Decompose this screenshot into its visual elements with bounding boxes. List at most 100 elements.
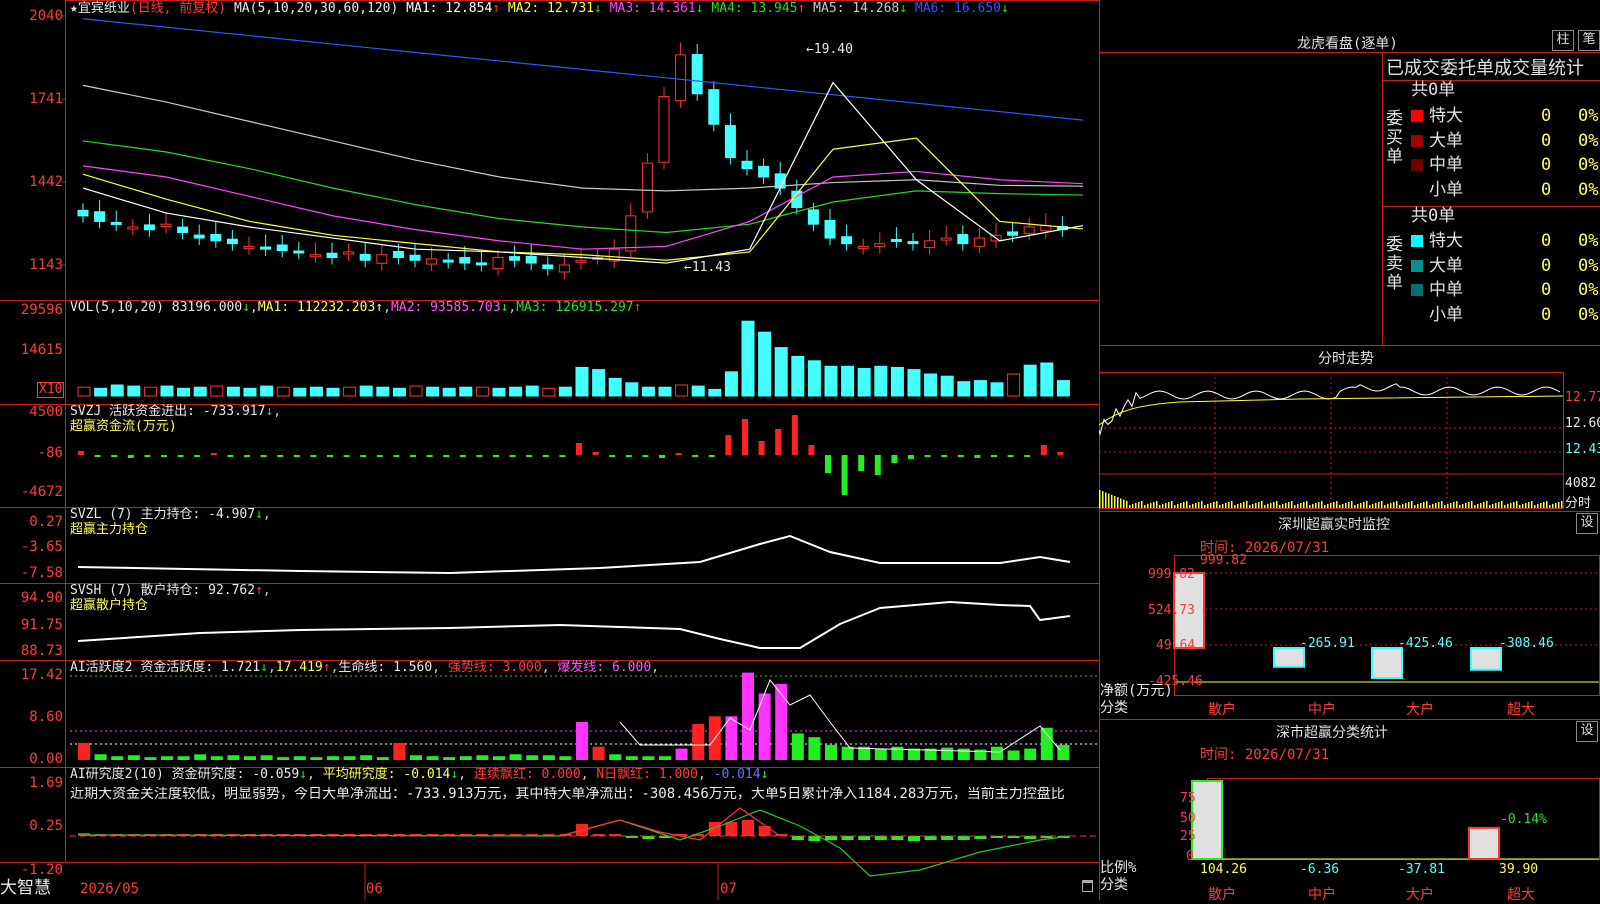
- ai-active-bars: [70, 672, 1098, 760]
- volume-bar: [160, 385, 174, 397]
- ai-active-e-name: 爆发线: [557, 660, 597, 675]
- ai-active-bar: [609, 754, 622, 760]
- bar-mode-button[interactable]: 柱: [1552, 30, 1574, 51]
- intraday-vol-bar: [1540, 503, 1542, 508]
- ai-active-tick-1: 8.60: [29, 709, 63, 725]
- svsh-name: 散户持仓: [140, 583, 193, 598]
- svzj-bar: [858, 455, 865, 471]
- intraday-vol-bar: [1147, 504, 1149, 508]
- sell-row-2: 中单: [1411, 280, 1463, 300]
- sell-side-label: 委卖单: [1386, 235, 1403, 293]
- intraday-vol-bar: [1156, 501, 1158, 508]
- volume-bar: [857, 368, 871, 397]
- svsh-tick-1: 91.75: [20, 617, 63, 633]
- ai-active-d-value: 3.000: [502, 660, 542, 675]
- svzj-bar: [1007, 455, 1014, 457]
- intraday-price-line: [1099, 383, 1561, 437]
- intraday-vol-bar: [1441, 501, 1443, 508]
- x-tick-0: 2026/05: [80, 881, 140, 897]
- svzj-bar: [1057, 452, 1064, 455]
- volume-bar: [143, 386, 157, 397]
- monitor-settings-button[interactable]: 设: [1576, 513, 1598, 534]
- svzj-bar: [692, 455, 699, 457]
- intraday-vol-bar: [1414, 505, 1416, 508]
- ai-active-bar: [244, 756, 256, 760]
- svzj-label: SVZJ: [70, 404, 102, 419]
- intraday-vol-bar: [1225, 503, 1227, 508]
- intraday-vol-bar: [1546, 501, 1548, 508]
- ai-active-label: AI活跃度2: [70, 660, 133, 675]
- chart-mode[interactable]: (日线, 前复权): [130, 1, 226, 16]
- volume-bar: [558, 386, 572, 397]
- ai-active-bar: [941, 747, 954, 760]
- candle-body: [525, 255, 537, 264]
- ai-active-bar: [542, 755, 555, 760]
- svsh-tick-0: 94.90: [20, 590, 63, 606]
- ai-active-bar: [127, 755, 140, 760]
- svzj-bar: [459, 455, 466, 457]
- ai-active-bar: [293, 756, 306, 760]
- svzj-bar: [791, 415, 798, 455]
- lock-icon[interactable]: [1082, 880, 1093, 892]
- buy-row-2: 中单: [1411, 155, 1463, 175]
- candle-body: [691, 54, 703, 95]
- ai-research-bar: [891, 836, 904, 840]
- svzj-bar: [244, 455, 250, 457]
- volume-bar: [309, 386, 323, 397]
- ai-active-bar: [78, 742, 90, 760]
- vol-unit[interactable]: X10: [37, 382, 65, 398]
- ai-active-bar: [659, 756, 671, 760]
- sell-row-pct: 0%: [1578, 255, 1599, 276]
- classify-settings-button[interactable]: 设: [1576, 721, 1598, 742]
- stock-terminal: ★宜宾纸业(日线, 前复权) MA(5,10,20,30,60,120) MA1…: [0, 0, 1600, 903]
- ai-active-b-value: 17.419: [275, 660, 323, 675]
- svzj-bar: [127, 455, 134, 458]
- chart-canvas[interactable]: [0, 0, 1100, 900]
- ai-active-tick-2: 0.00: [29, 751, 63, 767]
- stock-title[interactable]: ★宜宾纸业: [70, 1, 130, 16]
- tick-mode-button[interactable]: 笔: [1578, 30, 1600, 51]
- x-tick-1: 06: [366, 881, 383, 897]
- candle-body: [343, 251, 355, 255]
- intraday-vol-bar: [1204, 505, 1206, 508]
- svzj-bar: [227, 455, 234, 457]
- intraday-tick-1: 12.60: [1565, 416, 1600, 431]
- candle-body: [160, 223, 172, 227]
- candle-body: [127, 226, 139, 230]
- ai-research-a-value: -0.059: [252, 767, 300, 782]
- intraday-vol-bar: [1234, 505, 1236, 508]
- intraday-tick-2: 12.43: [1565, 442, 1600, 457]
- intraday-vol-bar: [1150, 503, 1152, 508]
- svzj-bar: [177, 455, 184, 457]
- svsh-tick-2: 88.73: [20, 643, 63, 659]
- svzj-bar: [974, 455, 981, 458]
- intraday-vol-bar: [1462, 504, 1464, 508]
- intraday-vol-bar: [1522, 504, 1524, 508]
- ai-active-line: [619, 679, 1061, 753]
- candle-body: [675, 54, 687, 102]
- ai-active-bar: [94, 754, 107, 760]
- svzl-header: SVZL (7) 主力持仓: -4.907↓,: [70, 507, 271, 522]
- candle-body: [293, 250, 305, 254]
- intraday-avg-line: [1099, 395, 1564, 426]
- intraday-vol-bar: [1231, 501, 1233, 508]
- lhb-tabs[interactable]: 已成交委托单成交量统计: [1386, 54, 1584, 80]
- brand-logo[interactable]: 大智慧: [0, 878, 51, 898]
- svsh-value: 92.762: [208, 583, 256, 598]
- intraday-vol-bar: [1528, 502, 1530, 508]
- price-candles[interactable]: [77, 18, 1084, 279]
- ai-active-bar: [957, 748, 970, 760]
- buy-side-label: 委买单: [1386, 109, 1403, 167]
- intraday-vol-bar: [1357, 504, 1359, 508]
- lhb-title: 龙虎看盘(逐单): [1297, 36, 1398, 52]
- volume-bar: [442, 387, 456, 397]
- intraday-vol-bar: [1123, 499, 1125, 508]
- svzj-bar: [542, 455, 549, 457]
- intraday-vol-bar: [1498, 502, 1500, 508]
- candle-body: [841, 236, 853, 245]
- intraday-vol-bar: [1243, 502, 1245, 508]
- intraday-title[interactable]: 分时走势: [1318, 348, 1374, 368]
- intraday-vol-bar: [1159, 505, 1161, 508]
- buy-row-3: 小单: [1411, 180, 1463, 200]
- ai-research-a-name: 资金研究度: [171, 767, 237, 782]
